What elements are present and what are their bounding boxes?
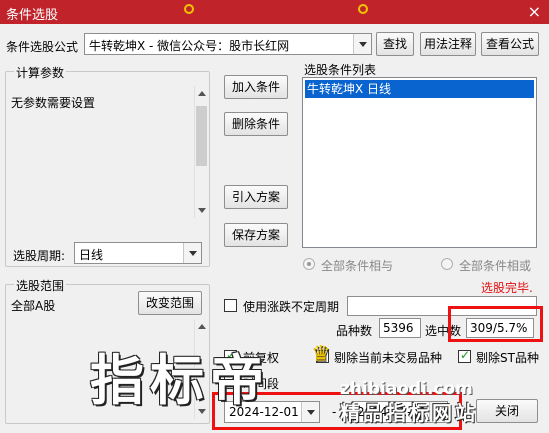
period-label: 选股周期: xyxy=(13,249,66,263)
condition-item[interactable]: 牛转乾坤X 日线 xyxy=(305,80,534,98)
chevron-down-icon[interactable] xyxy=(301,402,319,422)
range-group-title: 选股范围 xyxy=(14,277,67,294)
usage-notes-button[interactable]: 用法注释 xyxy=(420,32,476,56)
change-range-button[interactable]: 改变范围 xyxy=(138,291,202,315)
count-value: 5396 xyxy=(379,318,421,338)
view-formula-button[interactable]: 查看公式 xyxy=(481,32,539,56)
add-condition-button[interactable]: 加入条件 xyxy=(224,75,288,99)
save-scheme-button[interactable]: 保存方案 xyxy=(224,223,288,247)
date-separator: - xyxy=(332,405,337,419)
formula-select[interactable]: 牛转乾坤X - 微信公众号：股市长红网 xyxy=(84,33,372,55)
scroll-down-icon[interactable] xyxy=(198,208,206,213)
highlight-box xyxy=(448,306,543,342)
chevron-down-icon[interactable] xyxy=(353,34,371,54)
range-value: 全部A股 xyxy=(11,299,56,313)
crown-icon: ♛ xyxy=(311,342,331,367)
decor-dot-icon xyxy=(184,4,194,14)
exclude-untraded-label: 剔除当前未交易品种 xyxy=(334,351,443,365)
close-button[interactable]: 关闭 xyxy=(476,399,538,423)
formula-label: 条件选股公式 xyxy=(6,40,79,54)
import-scheme-button[interactable]: 引入方案 xyxy=(224,185,288,209)
dialog-body: 条件选股公式 牛转乾坤X - 微信公众号：股市长红网 查找 用法注释 查看公式 … xyxy=(0,24,549,433)
delete-condition-button[interactable]: 删除条件 xyxy=(224,112,288,136)
watermark-url: zhibiaodi.com xyxy=(340,379,473,399)
watermark-sub: 精品指标网站 xyxy=(340,401,478,425)
params-group-title: 计算参数 xyxy=(14,64,67,81)
exclude-st-label: 剔除ST品种 xyxy=(476,351,539,365)
params-text: 无参数需要设置 xyxy=(11,96,96,110)
params-group: 计算参数 无参数需要设置 选股周期: 日线 xyxy=(5,64,210,267)
chevron-down-icon[interactable] xyxy=(183,243,201,263)
find-button[interactable]: 查找 xyxy=(376,32,414,56)
period-value: 日线 xyxy=(79,248,104,262)
exclude-st-checkbox[interactable] xyxy=(458,348,471,363)
status-text: 选股完毕. xyxy=(481,281,533,295)
title-bar: 条件选股 × xyxy=(0,0,549,24)
scroll-up-icon[interactable] xyxy=(198,91,206,96)
or-radio[interactable] xyxy=(441,258,453,270)
conditions-title: 选股条件列表 xyxy=(304,63,377,77)
conditions-list[interactable]: 牛转乾坤X 日线 xyxy=(302,77,537,248)
scroll-up-icon[interactable] xyxy=(198,324,206,329)
count-label: 品种数 xyxy=(336,324,373,338)
variable-period-checkbox[interactable] xyxy=(224,299,237,312)
and-radio[interactable] xyxy=(303,258,315,270)
window-title: 条件选股 xyxy=(6,8,59,23)
close-icon[interactable]: × xyxy=(528,2,541,21)
params-scrollbar[interactable] xyxy=(194,86,208,218)
decor-dot-icon xyxy=(358,4,368,14)
period-select[interactable]: 日线 xyxy=(74,242,202,264)
scroll-thumb[interactable] xyxy=(196,106,207,166)
or-label: 全部条件相或 xyxy=(459,259,532,273)
variable-period-label: 使用涨跌不定周期 xyxy=(243,300,340,314)
formula-value: 牛转乾坤X - 微信公众号：股市长红网 xyxy=(89,39,290,53)
and-label: 全部条件相与 xyxy=(321,259,394,273)
watermark-main: 指标帝 xyxy=(90,349,270,412)
